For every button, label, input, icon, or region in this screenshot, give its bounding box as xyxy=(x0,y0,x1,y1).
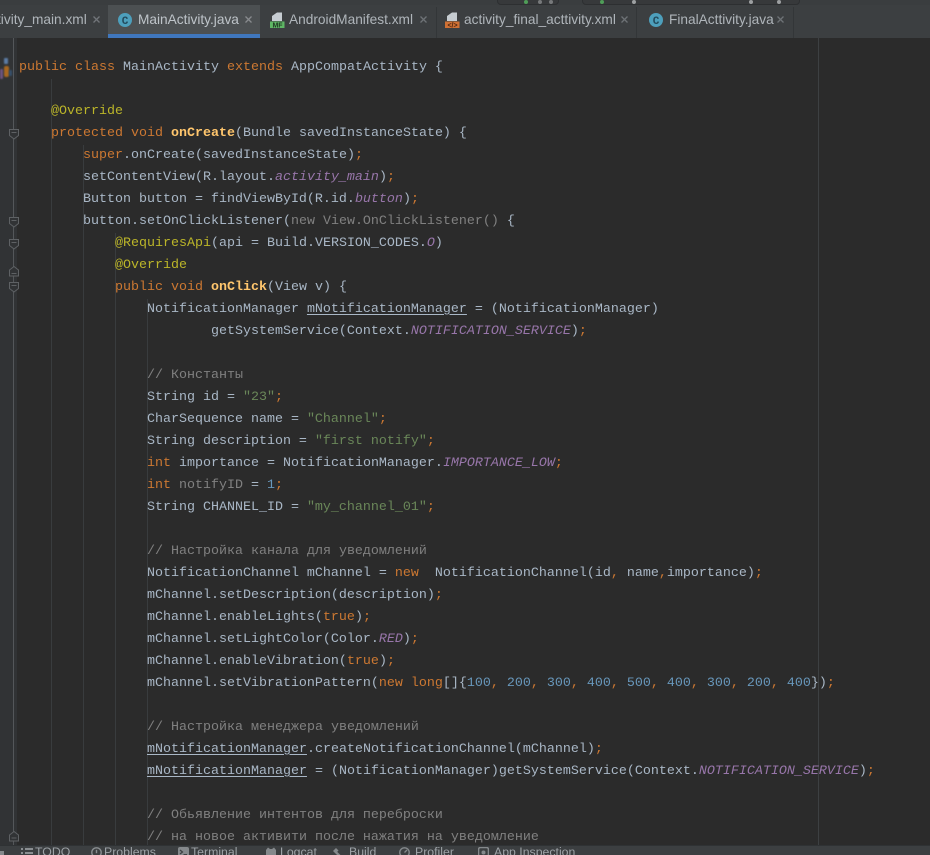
svg-text:C: C xyxy=(122,16,129,28)
svg-text:MF: MF xyxy=(272,23,283,29)
svg-text:C: C xyxy=(653,16,660,28)
svg-text:</>: </> xyxy=(447,23,457,29)
